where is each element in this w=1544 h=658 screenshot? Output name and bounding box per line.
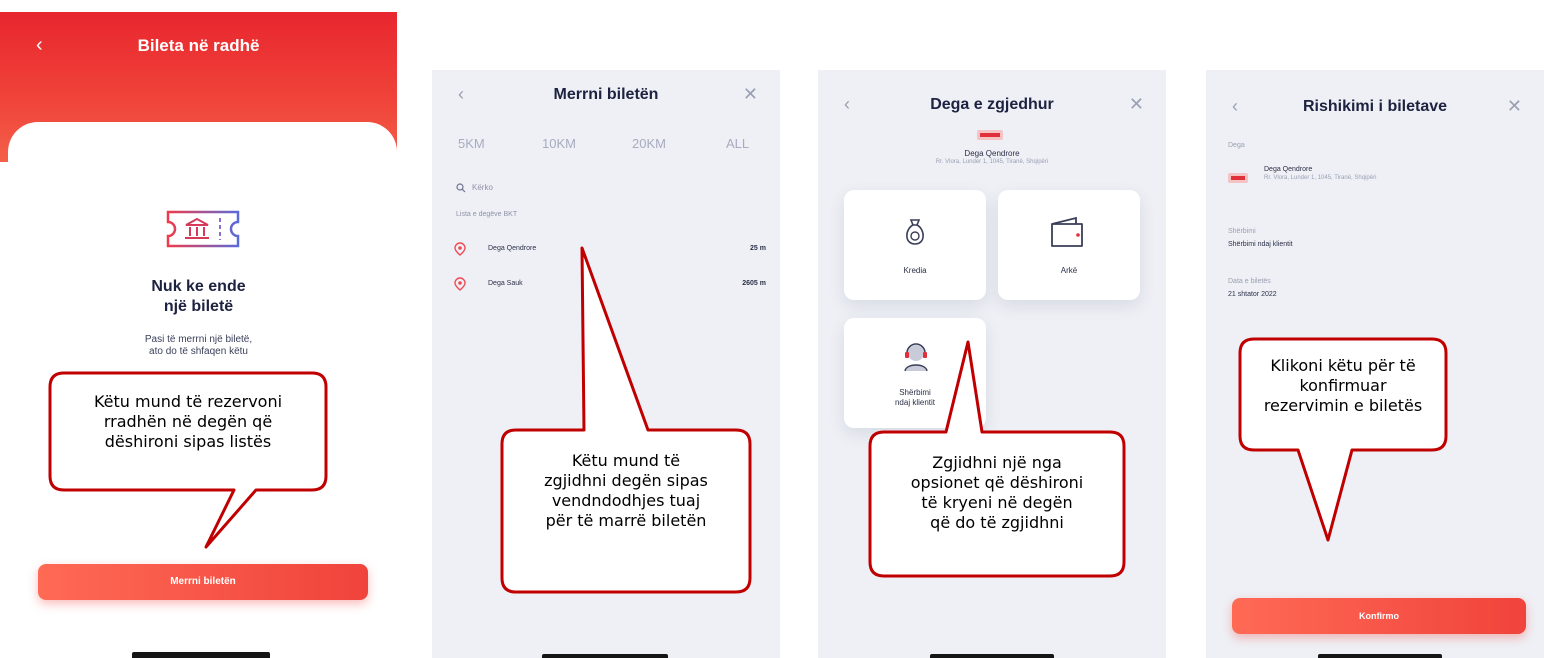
service-label: Kredia	[903, 266, 927, 275]
callout-text-2: Këtu mund të zgjidhni degën sipas vendnd…	[504, 451, 748, 531]
money-bag-icon	[906, 219, 924, 245]
callout-line: dëshironi sipas listës	[104, 432, 272, 451]
screen-header: ‹ Dega e zgjedhur ✕	[818, 94, 1166, 118]
home-indicator	[1318, 654, 1442, 658]
screen-get-ticket: ‹ Merrni biletën ✕ 5KM 10KM 20KM ALL Kër…	[432, 70, 780, 658]
callout-line: vendndodhjes tuaj	[551, 491, 701, 510]
branch-name: Dega Qendrore	[964, 149, 1020, 158]
date-label: Data e biletës	[1228, 278, 1271, 285]
branch-name: Dega Sauk	[488, 280, 523, 287]
confirm-button[interactable]: Konfirmo	[1232, 598, 1526, 634]
callout-line: rezervimin e biletës	[1263, 396, 1423, 415]
branch-address: Rr. Vlora, Lunder 1, 1045, Tiranë, Shqip…	[1264, 175, 1377, 181]
branch-address: Rr. Vlora, Lunder 1, 1045, Tiranë, Shqip…	[935, 159, 1049, 165]
location-pin-icon	[454, 277, 466, 291]
close-icon[interactable]: ✕	[1507, 96, 1522, 117]
service-label: Shërbimi	[1228, 228, 1256, 235]
branch-row[interactable]: Dega Qendrore 25 m	[454, 242, 766, 258]
screen-selected-branch: ‹ Dega e zgjedhur ✕ Dega Qendrore Rr. Vl…	[818, 70, 1166, 658]
close-icon[interactable]: ✕	[743, 84, 758, 105]
callout-text-1: Këtu mund të rezervoni rradhën në degën …	[52, 392, 324, 452]
page-title: Merrni biletën	[553, 86, 659, 103]
ticket-bank-icon	[166, 210, 240, 248]
callout-line: për të marrë biletën	[545, 511, 707, 530]
location-pin-icon	[454, 242, 466, 256]
search-input[interactable]: Kërko	[456, 183, 493, 193]
callout-line: opsionet që dëshironi	[910, 473, 1084, 492]
callout-line: të kryeni në degën	[921, 493, 1073, 512]
search-placeholder: Kërko	[472, 183, 493, 193]
callout-line: konfirmuar	[1299, 376, 1387, 395]
service-label: Shërbimi	[899, 388, 931, 397]
page-title: Bileta në radhë	[137, 36, 260, 55]
branch-distance: 25 m	[750, 245, 766, 252]
callout-line: zgjidhni degën sipas	[544, 471, 708, 490]
branch-list-label: Lista e degëve BKT	[456, 211, 518, 218]
service-card-arke[interactable]: Arkë	[998, 190, 1140, 300]
callout-line: Këtu mund të rezervoni	[93, 392, 283, 411]
service-label: ndaj klientit	[894, 398, 936, 407]
search-icon	[456, 183, 466, 193]
callout-line: rradhën në degën që	[103, 412, 273, 431]
callout-line: Këtu mund të	[571, 451, 681, 470]
empty-sub-line: Pasi të merrni një biletë,	[144, 334, 253, 345]
get-ticket-button[interactable]: Merrni biletën	[38, 564, 368, 600]
branch-name: Dega Qendrore	[1264, 166, 1313, 173]
wallet-icon	[1051, 216, 1083, 247]
screen-header: ‹ Rishikimi i biletave ✕	[1206, 96, 1544, 120]
branch-row[interactable]: Dega Sauk 2605 m	[454, 277, 766, 293]
screen-tickets-queue: ‹ Bileta në radhë Nuk ke ende një biletë…	[0, 12, 397, 658]
close-icon[interactable]: ✕	[1129, 94, 1144, 115]
service-value: Shërbimi ndaj klientit	[1228, 241, 1293, 248]
empty-sub-line: ato do të shfaqen këtu	[149, 346, 248, 357]
empty-title-line: Nuk ke ende	[151, 278, 246, 295]
branch-label: Dega	[1228, 142, 1245, 149]
branch-name: Dega Qendrore	[488, 245, 537, 252]
home-indicator	[930, 654, 1054, 658]
screen-header: ‹ Merrni biletën ✕	[432, 84, 780, 108]
service-label: Arkë	[1060, 266, 1078, 275]
home-indicator	[132, 652, 270, 658]
distance-filter-tabs: 5KM 10KM 20KM ALL	[432, 136, 780, 156]
page-title: Rishikimi i biletave	[1302, 98, 1448, 115]
bkt-logo-icon	[977, 130, 1003, 140]
filter-10km[interactable]: 10KM	[542, 136, 576, 151]
date-value: 21 shtator 2022	[1228, 291, 1277, 298]
callout-line: Zgjidhni një nga	[932, 453, 1062, 472]
empty-state-subtitle: Pasi të merrni një biletë, ato do të shf…	[0, 334, 397, 358]
bkt-logo-icon	[1228, 173, 1248, 183]
empty-state-title: Nuk ke ende një biletë	[0, 277, 397, 317]
service-card-kredia[interactable]: Kredia	[844, 190, 986, 300]
callout-text-3: Zgjidhni një nga opsionet që dëshironi t…	[872, 453, 1122, 533]
home-indicator	[542, 654, 668, 658]
support-agent-icon	[904, 343, 928, 372]
callout-line: Klikoni këtu për të	[1270, 356, 1416, 375]
callout-line: që do të zgjidhni	[930, 513, 1064, 532]
filter-all[interactable]: ALL	[726, 136, 749, 151]
empty-title-line: një biletë	[163, 298, 234, 315]
page-title: Dega e zgjedhur	[930, 96, 1054, 113]
callout-text-4: Klikoni këtu për të konfirmuar rezervimi…	[1242, 356, 1444, 416]
filter-20km[interactable]: 20KM	[632, 136, 666, 151]
branch-distance: 2605 m	[742, 280, 766, 287]
service-card-customer-service[interactable]: Shërbimi ndaj klientit	[844, 318, 986, 428]
filter-5km[interactable]: 5KM	[458, 136, 485, 151]
